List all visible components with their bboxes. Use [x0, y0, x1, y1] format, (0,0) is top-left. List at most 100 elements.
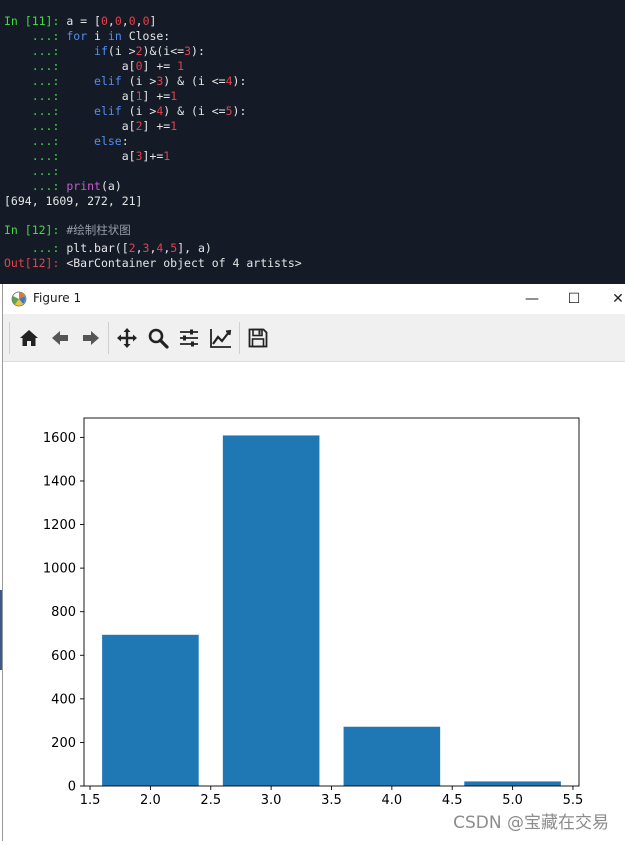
- toolbar-separator: [9, 322, 10, 354]
- continuation-prompt: ...:: [31, 119, 60, 133]
- y-tick-label: 1000: [43, 562, 76, 577]
- figure-window[interactable]: Figure 1 — ☐ ✕ 1.5 2.0 2.5 3.0 3.5 4.0 4…: [2, 284, 625, 841]
- code-line: ...: a[3]+=1: [4, 149, 171, 164]
- x-tick-label: 5.5: [563, 793, 584, 808]
- code-number: 1: [135, 89, 143, 103]
- save-floppy-icon[interactable]: [245, 325, 271, 351]
- chart-bar: [102, 634, 199, 786]
- code-number: 1: [177, 59, 185, 73]
- code-keyword: in: [107, 29, 122, 43]
- code-number: 1: [170, 119, 178, 133]
- pan-move-icon[interactable]: [114, 325, 140, 351]
- console-output: <BarContainer object of 4 artists>: [66, 256, 302, 270]
- toolbar-separator: [108, 322, 109, 354]
- code-line: ...: else:: [4, 134, 129, 149]
- code-number: 1: [170, 89, 178, 103]
- continuation-prompt: ...:: [31, 149, 60, 163]
- code-text: ) & (i <=: [163, 104, 226, 118]
- code-line: ...: elif (i >3) & (i <=4):: [4, 74, 247, 89]
- code-line: ...: a[2] +=1: [4, 119, 177, 134]
- code-text: ):: [232, 74, 247, 88]
- y-tick-label: 400: [51, 692, 76, 707]
- continuation-prompt: ...:: [31, 59, 60, 73]
- code-line: ...: print(a): [4, 179, 122, 194]
- y-tick-label: 1200: [43, 518, 76, 533]
- code-number: 2: [128, 241, 136, 255]
- input-prompt: In [11]:: [4, 14, 60, 28]
- continuation-prompt: ...:: [31, 134, 60, 148]
- close-button[interactable]: ✕: [607, 289, 625, 309]
- x-tick-label: 2.5: [200, 793, 221, 808]
- code-text: Close:: [121, 29, 171, 43]
- ipython-console[interactable]: In [11]: a = [0,0,0,0] ...: for i in Clo…: [0, 0, 625, 284]
- code-text: a = [: [66, 14, 101, 28]
- code-line: ...: plt.bar([2,3,4,5], a): [4, 241, 212, 256]
- x-tick-label: 4.0: [382, 793, 403, 808]
- code-keyword: elif: [94, 104, 122, 118]
- code-number: 2: [135, 44, 143, 58]
- code-text: ] +=: [142, 119, 171, 133]
- x-tick-label: 3.0: [261, 793, 282, 808]
- x-tick-label: 5.0: [502, 793, 523, 808]
- code-text: ,: [135, 14, 143, 28]
- code-text: ], a): [177, 241, 212, 255]
- code-number: 5: [225, 104, 233, 118]
- code-number: 0: [142, 14, 150, 28]
- code-text: ,: [107, 14, 115, 28]
- code-number: 0: [128, 14, 136, 28]
- code-text: ,: [121, 14, 129, 28]
- back-arrow-icon[interactable]: [47, 325, 73, 351]
- minimize-button[interactable]: —: [521, 289, 543, 309]
- y-tick-label: 1400: [43, 474, 76, 489]
- bar-chart[interactable]: 1.5 2.0 2.5 3.0 3.5 4.0 4.5 5.0 5.5 0 200 400 600 800…: [3, 362, 625, 841]
- code-text: :: [121, 134, 129, 148]
- code-text: a[: [121, 149, 136, 163]
- chart-bar: [343, 726, 441, 786]
- code-text: )&(i<=: [142, 44, 185, 58]
- navigation-toolbar: [3, 314, 625, 362]
- code-text: (i >: [121, 74, 157, 88]
- code-text: a[: [121, 59, 136, 73]
- maximize-button[interactable]: ☐: [563, 289, 585, 309]
- title-bar[interactable]: Figure 1 — ☐ ✕: [3, 284, 625, 314]
- window-title: Figure 1: [33, 291, 82, 305]
- code-line: Out[12]: <BarContainer object of 4 artis…: [4, 256, 302, 271]
- code-keyword: for: [66, 29, 88, 43]
- code-text: a[: [121, 119, 136, 133]
- x-tick-label: 2.0: [140, 793, 161, 808]
- continuation-prompt: ...:: [31, 179, 60, 193]
- code-text: i: [87, 29, 108, 43]
- code-keyword: if: [94, 44, 108, 58]
- continuation-prompt: ...:: [31, 74, 60, 88]
- figure-canvas[interactable]: 1.5 2.0 2.5 3.0 3.5 4.0 4.5 5.0 5.5 0 200 400 600 800…: [3, 362, 625, 841]
- code-text: ]: [149, 14, 157, 28]
- code-comment: #绘制柱状图: [66, 223, 131, 237]
- code-text: (i >: [107, 44, 136, 58]
- code-text: a[: [121, 89, 136, 103]
- y-tick-label: 800: [51, 605, 76, 620]
- edit-axis-icon[interactable]: [208, 325, 234, 351]
- forward-arrow-icon[interactable]: [78, 325, 104, 351]
- code-number: 3: [135, 149, 143, 163]
- toolbar-separator: [239, 322, 240, 354]
- configure-subplots-icon[interactable]: [176, 325, 202, 351]
- zoom-magnifier-icon[interactable]: [145, 325, 171, 351]
- code-number: 4: [225, 74, 233, 88]
- matplotlib-logo-icon: [11, 291, 27, 307]
- x-tick-label: 4.5: [442, 793, 463, 808]
- y-tick-label: 600: [51, 649, 76, 664]
- code-text: (a): [100, 179, 122, 193]
- code-line: ...: a[0] += 1: [4, 59, 184, 74]
- code-text: ] +=: [142, 59, 178, 73]
- code-builtin: print: [66, 179, 101, 193]
- y-tick-label: 200: [51, 736, 76, 751]
- x-tick-label: 1.5: [80, 793, 101, 808]
- home-icon[interactable]: [16, 325, 42, 351]
- code-number: 3: [184, 44, 192, 58]
- continuation-prompt: ...:: [31, 164, 60, 178]
- code-text: plt.bar([: [66, 241, 129, 255]
- code-text: ) & (i <=: [163, 74, 226, 88]
- console-output: [694, 1609, 272, 21]: [4, 194, 143, 208]
- code-line: ...: elif (i >4) & (i <=5):: [4, 104, 247, 119]
- y-tick-label: 0: [68, 780, 76, 795]
